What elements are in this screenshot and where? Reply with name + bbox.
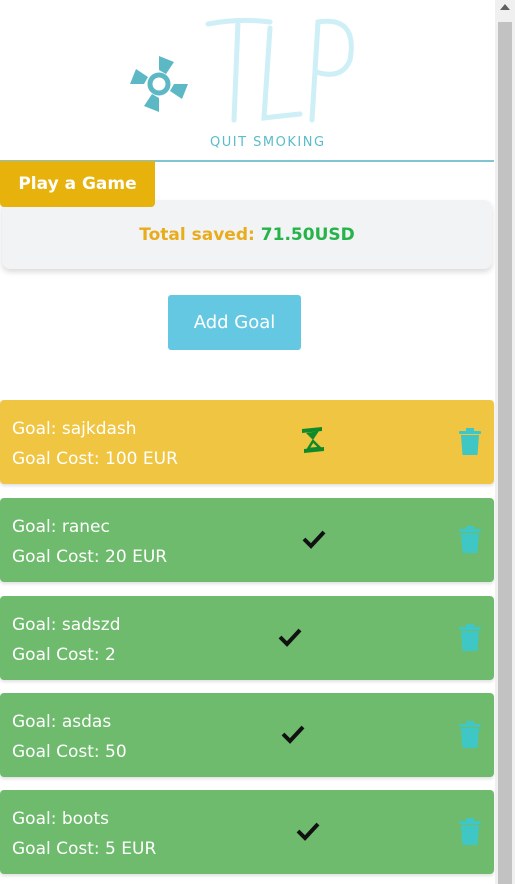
trash-icon[interactable] — [458, 818, 482, 846]
goal-cost: Goal Cost: 2 — [12, 645, 116, 665]
goal-cost: Goal Cost: 20 EUR — [12, 547, 168, 567]
goal-name: Goal: ranec — [12, 517, 110, 537]
trash-icon[interactable] — [458, 526, 482, 554]
checkmark-icon — [281, 725, 305, 744]
app-header: QUIT SMOKING — [0, 0, 494, 162]
total-saved-label: Total saved: — [139, 224, 255, 245]
trash-icon[interactable] — [458, 428, 482, 456]
goal-name: Goal: boots — [12, 809, 109, 829]
logo-wordmark — [205, 17, 354, 123]
goal-card[interactable]: Goal: sadszd Goal Cost: 2 — [0, 596, 494, 680]
total-saved-card: Total saved: 71.50USD — [2, 200, 492, 269]
play-game-button[interactable]: Play a Game — [0, 161, 155, 207]
goal-card[interactable]: Goal: asdas Goal Cost: 50 — [0, 693, 494, 777]
goal-cost: Goal Cost: 50 — [12, 742, 127, 762]
goal-card[interactable]: Goal: sajkdash Goal Cost: 100 EUR — [0, 400, 494, 484]
goal-name: Goal: asdas — [12, 712, 112, 732]
goal-cost: Goal Cost: 100 EUR — [12, 449, 178, 469]
checkmark-icon — [278, 628, 302, 647]
logo-icon — [130, 56, 188, 112]
checkmark-icon — [302, 530, 326, 549]
scrollbar-thumb[interactable] — [498, 22, 512, 884]
trash-icon[interactable] — [458, 721, 482, 749]
app-tagline: QUIT SMOKING — [210, 135, 326, 150]
scroll-up-arrow-icon[interactable] — [500, 4, 510, 10]
goal-card[interactable]: Goal: ranec Goal Cost: 20 EUR — [0, 498, 494, 582]
goal-name: Goal: sajkdash — [12, 419, 137, 439]
total-saved-value: 71.50USD — [260, 224, 355, 245]
hourglass-icon — [302, 427, 324, 453]
goal-name: Goal: sadszd — [12, 615, 121, 635]
add-goal-button[interactable]: Add Goal — [168, 295, 301, 350]
goal-card[interactable]: Goal: boots Goal Cost: 5 EUR — [0, 790, 494, 874]
trash-icon[interactable] — [458, 624, 482, 652]
goal-cost: Goal Cost: 5 EUR — [12, 839, 157, 859]
checkmark-icon — [296, 822, 320, 841]
